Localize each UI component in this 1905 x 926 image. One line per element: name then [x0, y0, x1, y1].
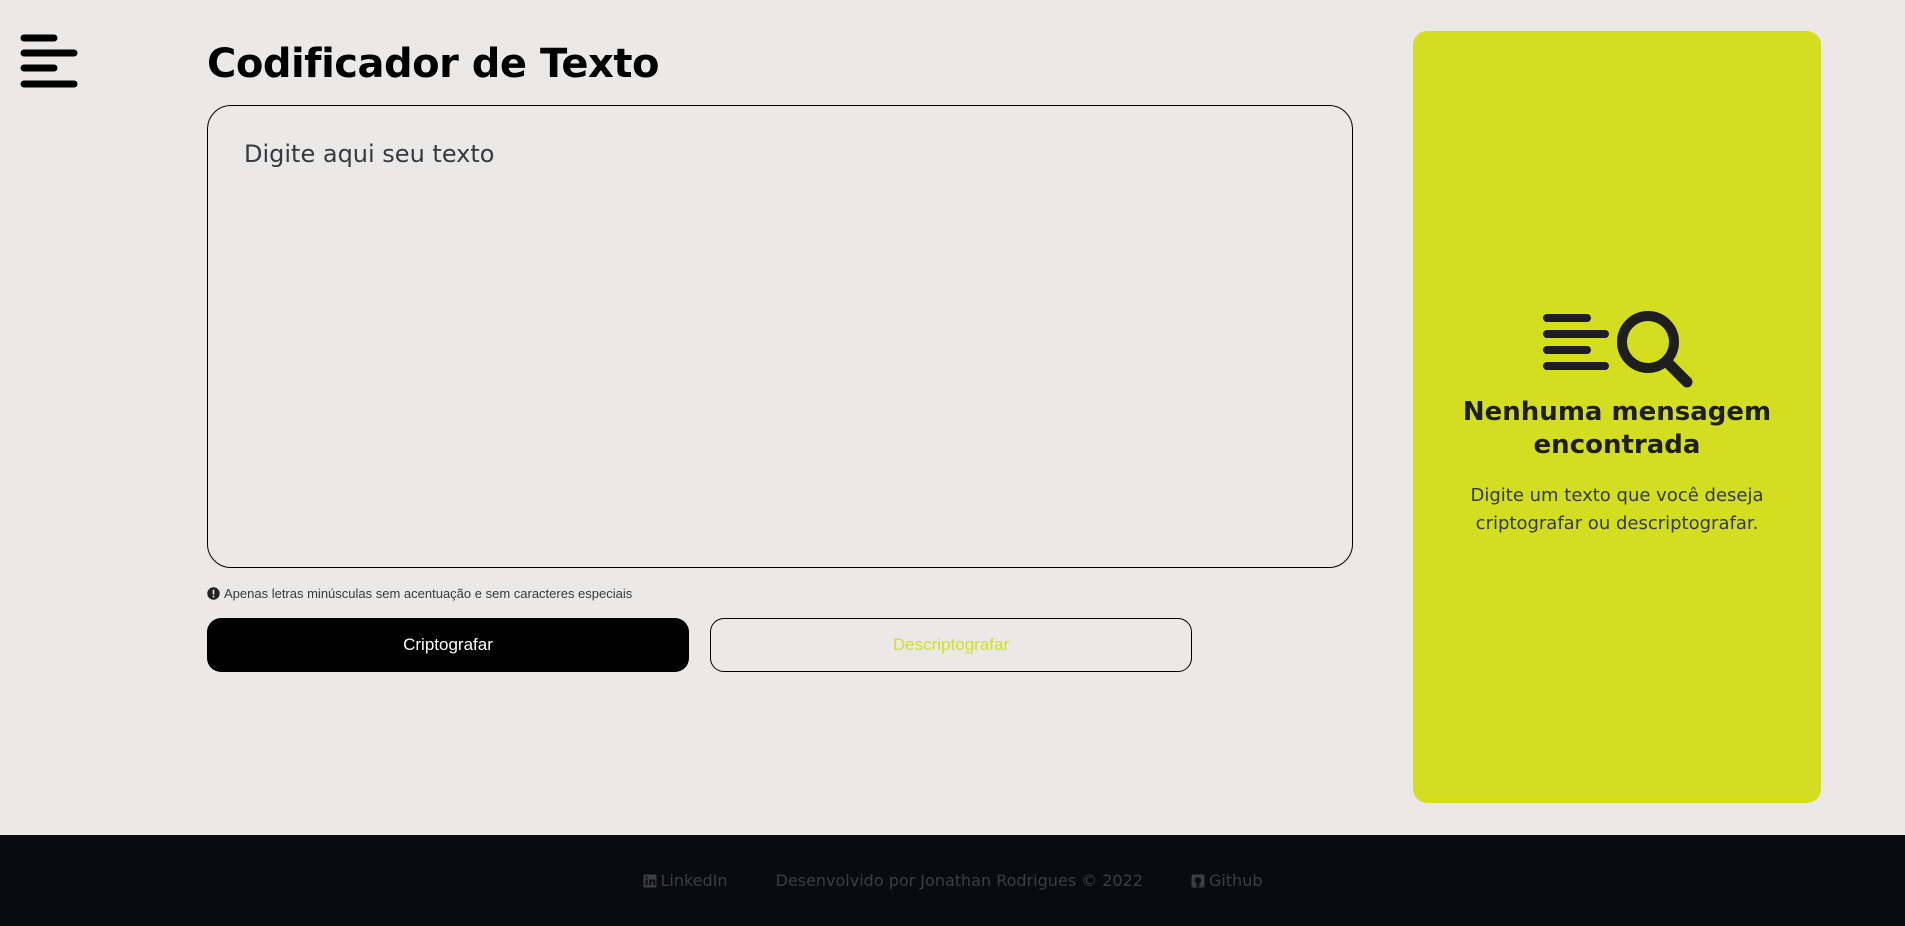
page-title: Codificador de Texto: [207, 41, 659, 87]
input-hint: Apenas letras minúsculas sem acentuação …: [207, 585, 1353, 601]
linkedin-label: LinkedIn: [660, 871, 728, 890]
text-input[interactable]: [207, 105, 1353, 568]
menu-icon: [20, 34, 78, 88]
result-panel: Nenhuma mensagem encontrada Digite um te…: [1413, 31, 1821, 803]
action-buttons: Criptografar Descriptografar: [207, 618, 1353, 672]
footer: LinkedIn Desenvolvido por Jonathan Rodri…: [0, 835, 1905, 926]
github-link[interactable]: Github: [1191, 871, 1263, 890]
hint-text: Apenas letras minúsculas sem acentuação …: [224, 585, 633, 601]
text-search-icon: [1543, 311, 1693, 388]
encoder-main: Codificador de Texto Apenas letras minús…: [207, 38, 1353, 672]
encrypt-button[interactable]: Criptografar: [207, 618, 689, 672]
decrypt-button[interactable]: Descriptografar: [710, 618, 1192, 672]
result-text: Digite um texto que você deseja criptogr…: [1470, 485, 1764, 534]
menu-button[interactable]: [20, 34, 78, 92]
alert-circle-icon: [207, 586, 220, 600]
github-label: Github: [1208, 871, 1263, 890]
linkedin-link[interactable]: LinkedIn: [643, 871, 728, 890]
footer-credit: Desenvolvido por Jonathan Rodrigues © 20…: [775, 871, 1143, 890]
github-icon: [1191, 874, 1205, 887]
linkedin-icon: [643, 874, 656, 887]
result-heading: Nenhuma mensagem encontrada: [1462, 397, 1772, 460]
